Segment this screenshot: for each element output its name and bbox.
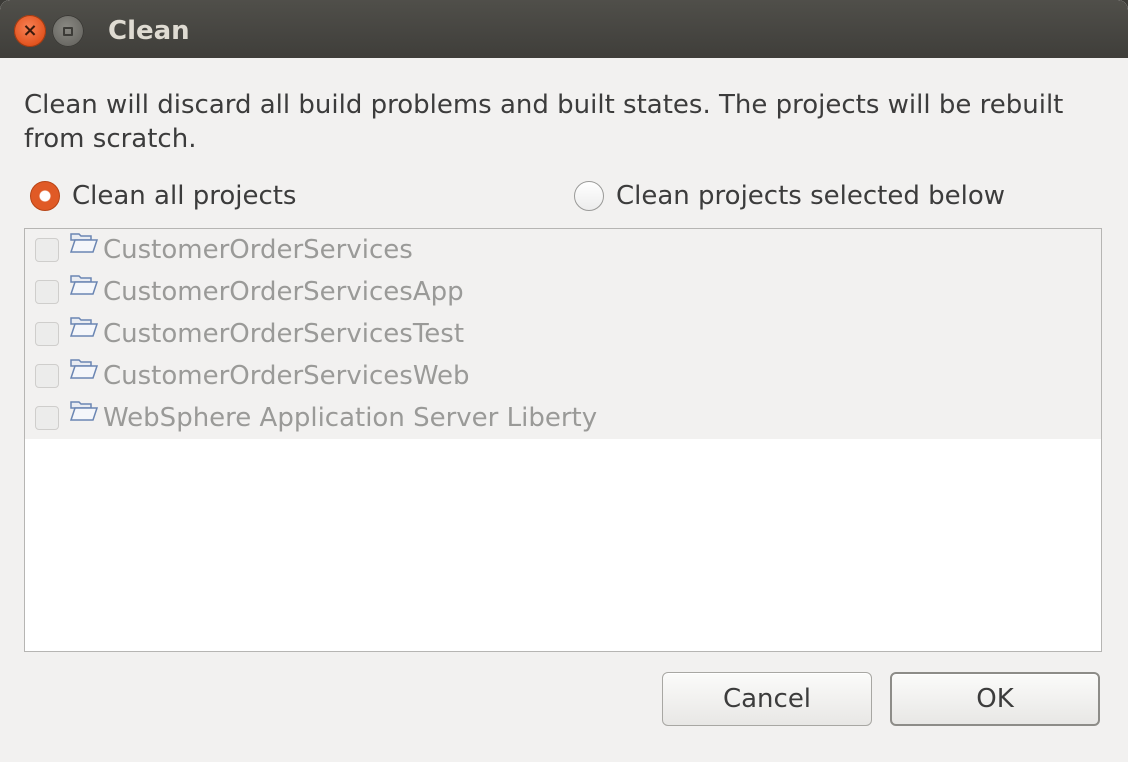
clean-selected-label: Clean projects selected below (616, 181, 1006, 211)
window-title: Clean (108, 16, 190, 46)
list-item: CustomerOrderServicesWeb (25, 355, 1101, 397)
project-list[interactable]: CustomerOrderServices CustomerOrderServi… (24, 228, 1102, 652)
list-item: CustomerOrderServicesApp (25, 271, 1101, 313)
project-checkbox[interactable] (35, 280, 59, 304)
project-checkbox[interactable] (35, 406, 59, 430)
project-checkbox[interactable] (35, 322, 59, 346)
close-icon: × (22, 20, 38, 41)
ok-button[interactable]: OK (890, 672, 1100, 726)
project-checkbox[interactable] (35, 238, 59, 262)
open-folder-icon (69, 233, 99, 253)
maximize-icon (63, 26, 73, 36)
clean-dialog: × Clean Clean will discard all build pro… (0, 0, 1128, 762)
project-checkbox[interactable] (35, 364, 59, 388)
project-name: CustomerOrderServicesApp (103, 277, 464, 307)
clean-all-radio[interactable] (30, 181, 60, 211)
open-folder-icon (69, 275, 99, 295)
project-list-rows: CustomerOrderServices CustomerOrderServi… (25, 229, 1101, 439)
list-item: CustomerOrderServicesTest (25, 313, 1101, 355)
project-name: CustomerOrderServicesWeb (103, 361, 470, 391)
clean-selected-option[interactable]: Clean projects selected below (574, 178, 1005, 214)
open-folder-icon (69, 317, 99, 337)
project-name: CustomerOrderServicesTest (103, 319, 465, 349)
maximize-button[interactable] (52, 15, 84, 47)
project-name: WebSphere Application Server Liberty (103, 403, 598, 433)
list-item: WebSphere Application Server Liberty (25, 397, 1101, 439)
open-folder-icon (69, 359, 99, 379)
close-button[interactable]: × (14, 15, 46, 47)
project-name: CustomerOrderServices (103, 235, 413, 265)
description-text: Clean will discard all build problems an… (24, 90, 1064, 154)
clean-selected-radio[interactable] (574, 181, 604, 211)
clean-all-label: Clean all projects (72, 181, 297, 211)
clean-all-option[interactable]: Clean all projects (30, 178, 296, 214)
title-bar[interactable]: × Clean (0, 0, 1128, 58)
open-folder-icon (69, 401, 99, 421)
list-item: CustomerOrderServices (25, 229, 1101, 271)
cancel-button[interactable]: Cancel (662, 672, 872, 726)
